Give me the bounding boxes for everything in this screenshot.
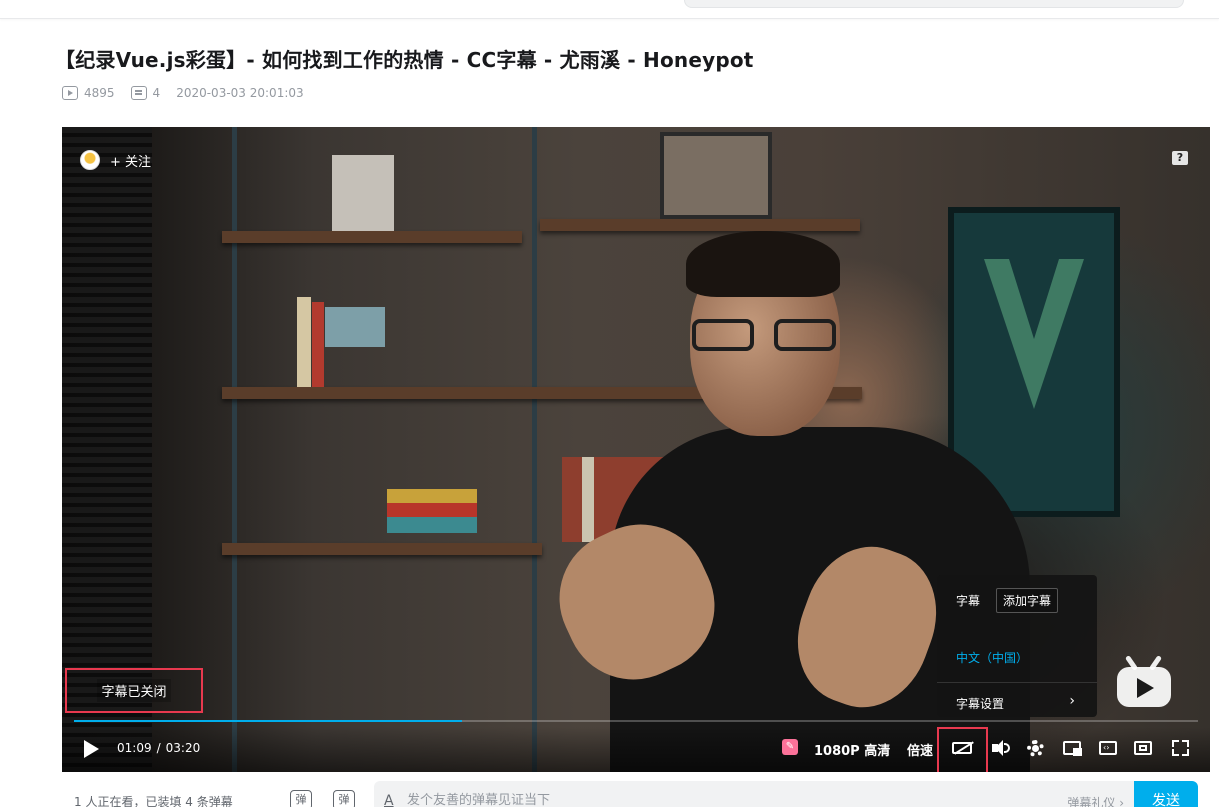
progress-bar[interactable]: [74, 720, 1198, 722]
publish-date: 2020-03-03 20:01:03: [176, 86, 304, 100]
webfullscreen-icon[interactable]: [1134, 740, 1152, 756]
pip-icon[interactable]: [1063, 740, 1082, 756]
uploader-avatar[interactable]: [80, 150, 100, 170]
view-count: 4895: [62, 86, 115, 100]
player-controls: 01:09 / 03:20 ✎ 1080P 高清 倍速 ‹›: [62, 727, 1210, 772]
header-search-box[interactable]: [684, 0, 1184, 8]
quality-button[interactable]: 1080P 高清: [814, 737, 890, 761]
add-subtitle-button[interactable]: 添加字幕: [996, 588, 1059, 613]
widescreen-icon[interactable]: ‹›: [1099, 740, 1117, 756]
danmaku-icon: [130, 86, 147, 100]
video-title: 【纪录Vue.js彩蛋】- 如何找到工作的热情 - CC字幕 - 尤雨溪 - H…: [55, 48, 754, 72]
bilibili-tv-logo: [1115, 655, 1173, 707]
current-time: 01:09: [117, 741, 152, 755]
subtitle-off-toast: 字幕已关闭: [65, 668, 203, 713]
danmaku-settings-button[interactable]: 弹: [333, 790, 355, 807]
subtitle-menu-divider: [937, 682, 1097, 683]
subtitle-off-toast-text: 字幕已关闭: [97, 679, 171, 702]
progress-played: [74, 720, 462, 722]
viewer-count-text: 1 人正在看，已装填 4 条弹幕: [74, 795, 233, 807]
subtitle-menu-header: 字幕: [956, 594, 981, 608]
follow-button[interactable]: + 关注: [110, 151, 151, 170]
danmaku-etiquette-link[interactable]: 弹幕礼仪 ›: [1067, 794, 1124, 807]
duration: 03:20: [165, 741, 201, 755]
time-display: 01:09 / 03:20: [117, 741, 200, 755]
danmaku-bar: 1 人正在看，已装填 4 条弹幕 弹 弹 A 弹幕礼仪 › 发送: [62, 779, 1210, 807]
help-icon[interactable]: ?: [1172, 151, 1188, 165]
video-player[interactable]: + 关注 ? 字幕已关闭 字幕 添加字幕 中文（中国） 字幕设置 › 01:09…: [62, 127, 1210, 772]
subtitle-language-option[interactable]: 中文（中国）: [956, 649, 1028, 666]
subtitle-menu: 字幕 添加字幕 中文（中国） 字幕设置 ›: [937, 575, 1097, 717]
danmaku-count: 4: [130, 86, 161, 100]
fullscreen-icon[interactable]: [1172, 740, 1190, 756]
send-danmaku-button[interactable]: 发送: [1134, 781, 1198, 807]
danmaku-input[interactable]: [407, 791, 1007, 807]
play-icon[interactable]: [84, 740, 99, 758]
font-style-icon[interactable]: A: [384, 793, 394, 807]
subtitle-button-highlight: [937, 727, 988, 772]
time-separator: /: [156, 741, 161, 755]
danmaku-count-value: 4: [152, 86, 161, 100]
charge-icon[interactable]: ✎: [782, 739, 798, 755]
view-count-value: 4895: [84, 86, 115, 100]
settings-icon[interactable]: [1027, 740, 1045, 757]
danmaku-input-box: A 弹幕礼仪 ›: [374, 781, 1134, 807]
speed-button[interactable]: 倍速: [907, 737, 933, 761]
danmaku-toggle-button[interactable]: 弹: [290, 790, 312, 807]
views-icon: [62, 86, 78, 100]
chevron-right-icon: ›: [1069, 693, 1075, 709]
video-meta: 4895 4 2020-03-03 20:01:03: [62, 84, 320, 102]
volume-icon[interactable]: [992, 740, 1010, 756]
subtitle-settings-item[interactable]: 字幕设置: [956, 695, 1004, 712]
top-header: [0, 0, 1219, 19]
